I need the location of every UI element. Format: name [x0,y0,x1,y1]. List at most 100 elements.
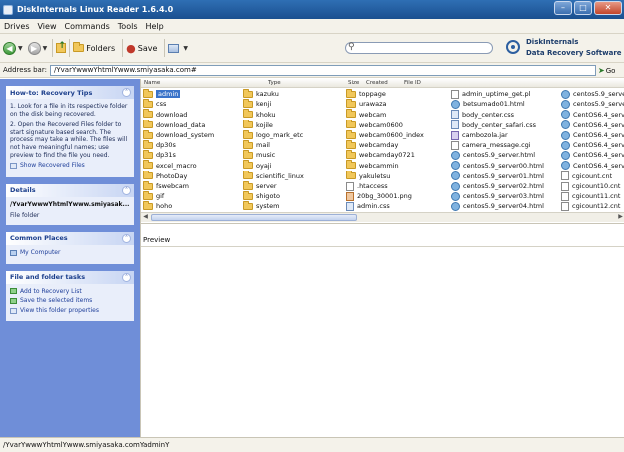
file-item[interactable]: webcam0600 [346,119,449,131]
file-item[interactable]: kojile [243,119,343,131]
go-button[interactable]: ➤ Go [598,66,615,75]
minimize-button[interactable]: – [554,1,572,15]
file-item[interactable]: webcam [346,109,449,120]
folder-properties-link[interactable]: View this folder properties [10,307,130,315]
file-item[interactable]: download_system [143,129,241,141]
scroll-right-icon[interactable]: ▶ [616,213,624,220]
column-header-created[interactable]: Created [366,80,388,86]
column-header-size[interactable]: Size [348,80,359,86]
file-item[interactable]: yakuletsu [346,170,449,182]
file-item[interactable]: CentOS6.4_server [561,160,624,171]
file-item[interactable]: body_center_safari.css [451,120,559,131]
file-item[interactable]: dp31s [143,150,241,161]
save-button[interactable]: ● Save [126,42,157,55]
file-item[interactable]: cgicount12.cnt [561,201,624,212]
file-item[interactable]: hoho [143,201,241,212]
file-item[interactable]: CentOS6.4_server [561,130,624,141]
file-item[interactable]: webcammin [346,160,449,171]
file-item[interactable]: music [243,150,343,161]
file-item[interactable]: download_data [143,119,241,131]
file-item[interactable]: admin.css [346,201,449,212]
file-item[interactable]: webcam0600_index [346,129,449,141]
file-item[interactable]: toppage [346,89,449,100]
file-item[interactable]: admin_uptime_get.pl [451,89,559,100]
file-item[interactable]: centos5.9_server0 [561,99,624,110]
folder-up-button[interactable] [56,41,67,53]
scroll-left-icon[interactable]: ◀ [141,213,150,220]
file-item[interactable]: khoku [243,109,343,120]
my-computer-link[interactable]: My Computer [10,249,130,257]
file-item[interactable]: centos5.9_server0 [561,89,624,100]
file-item[interactable]: download [143,109,241,120]
horizontal-scrollbar[interactable]: ◀ ▶ [141,212,624,222]
file-item[interactable]: centos5.9_server04.html [451,201,559,212]
file-item[interactable]: CentOS6.4_server [561,109,624,120]
file-item[interactable]: kazuku [243,89,343,100]
details-header[interactable]: Details ⌃ [6,183,134,197]
menu-help[interactable]: Help [142,22,168,31]
menu-tools[interactable]: Tools [114,22,142,31]
back-dropdown-icon[interactable]: ▼ [18,45,23,52]
file-item[interactable]: kenji [243,99,343,110]
collapse-icon[interactable]: ⌃ [122,185,131,195]
common-places-header[interactable]: Common Places ⌃ [6,231,134,245]
file-item[interactable]: CentOS6.4_server [561,140,624,151]
file-item[interactable]: mail [243,140,343,151]
file-item[interactable]: centos5.9_server00.html [451,160,559,171]
file-item[interactable]: cgicount.cnt [561,171,624,182]
file-item[interactable]: shigoto [243,191,343,202]
save-selected-items-link[interactable]: Save the selected items [10,297,130,305]
column-header-type[interactable]: Type [268,80,281,86]
search-input[interactable] [358,43,486,53]
column-header-file-id[interactable]: File ID [404,80,421,86]
file-item[interactable]: cambozola.jar [451,130,559,141]
file-item[interactable]: excel_macro [143,160,241,171]
file-item[interactable]: camera_message.cgi [451,140,559,151]
collapse-icon[interactable]: ⌃ [122,88,131,97]
file-item[interactable]: centos5.9_server01.html [451,171,559,182]
file-item[interactable]: system [243,201,343,212]
view-mode-button[interactable]: ▼ [168,43,190,53]
file-item[interactable]: dp30s [143,140,241,151]
file-item[interactable]: gif [143,191,241,202]
file-item[interactable]: PhotoDay [143,170,241,182]
file-item[interactable]: centos5.9_server03.html [451,191,559,202]
maximize-button[interactable]: □ [574,1,592,15]
file-item[interactable]: body_center.css [451,109,559,120]
column-header-name[interactable]: Name [144,80,160,86]
menu-drives[interactable]: Drives [0,22,34,31]
file-item[interactable]: .htaccess [346,181,449,192]
file-item[interactable]: cgicount10.cnt [561,181,624,192]
search-box[interactable]: ⚲ [345,42,493,54]
forward-button[interactable]: ▶ [27,41,41,55]
file-item[interactable]: scientific_linux [243,170,343,182]
menu-view[interactable]: View [34,22,61,31]
file-item[interactable]: fswebcam [143,180,241,192]
file-item[interactable]: CentOS6.4_server [561,150,624,161]
file-item[interactable]: logo_mark_etc [243,129,343,141]
address-input[interactable]: /YvarYwwwYhtmlYwww.smiyasaka.com# [50,65,596,76]
folders-button[interactable]: Folders [73,42,115,53]
file-item[interactable]: 20bg_30001.png [346,191,449,202]
collapse-icon[interactable]: ⌃ [122,272,131,282]
file-item[interactable]: server [243,180,343,192]
menu-commands[interactable]: Commands [60,22,113,31]
show-recovered-files-link[interactable]: Show Recovered Files [10,162,130,170]
file-item[interactable]: centos5.9_server.html [451,150,559,161]
close-button[interactable]: ✕ [594,1,622,15]
file-item[interactable]: cgicount11.cnt [561,191,624,202]
file-item[interactable]: betsumado01.html [451,99,559,110]
file-item[interactable]: webcamday0721 [346,150,449,161]
forward-dropdown-icon[interactable]: ▼ [43,45,48,52]
scrollbar-thumb[interactable] [151,214,357,221]
file-item[interactable]: admin [143,89,241,100]
file-tasks-header[interactable]: File and folder tasks ⌃ [6,270,134,284]
file-item[interactable]: webcamday [346,140,449,151]
file-item[interactable]: urawaza [346,99,449,110]
collapse-icon[interactable]: ⌃ [122,233,131,243]
file-item[interactable]: CentOS6.4_server [561,120,624,131]
file-item[interactable]: css [143,99,241,110]
back-button[interactable]: ◀ [3,41,16,55]
file-item[interactable]: centos5.9_server02.html [451,181,559,192]
file-item[interactable]: oyaji [243,160,343,171]
